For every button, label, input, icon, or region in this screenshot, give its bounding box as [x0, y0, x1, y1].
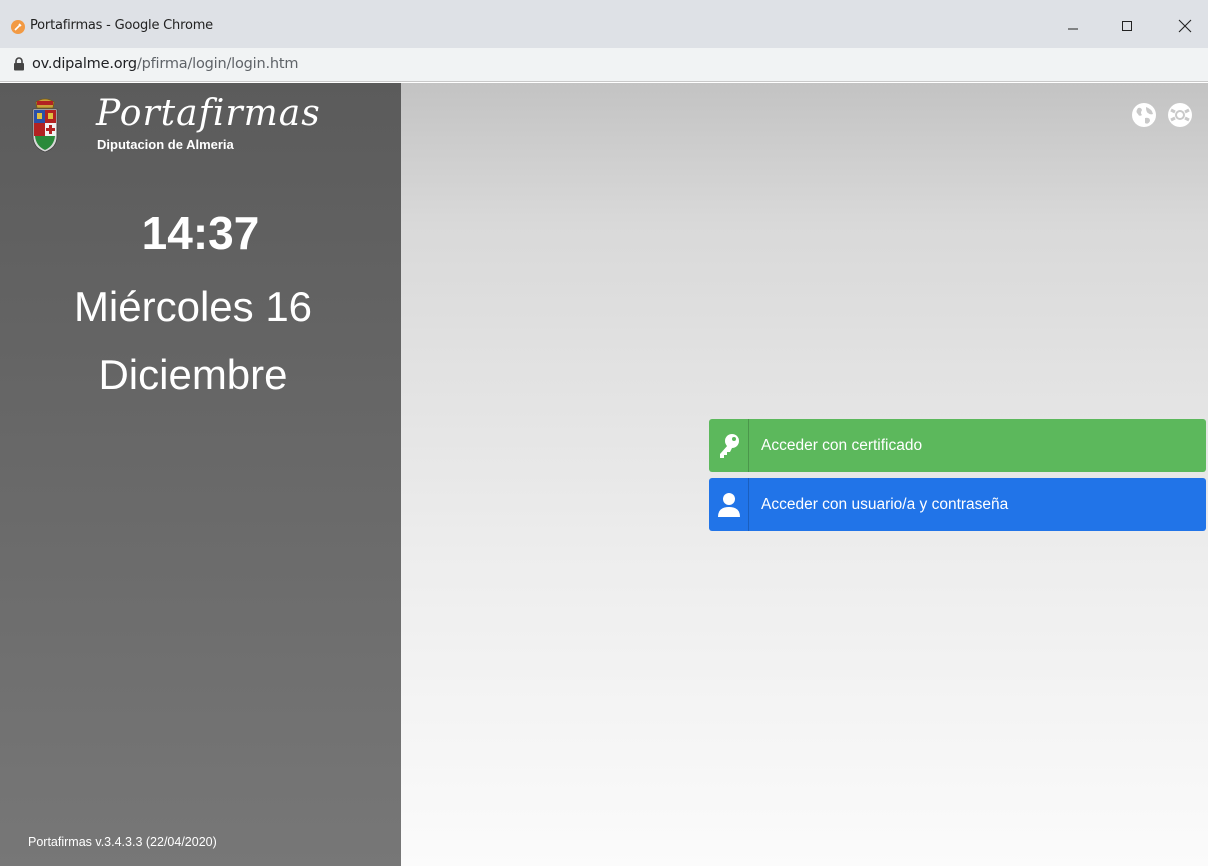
close-icon — [1178, 19, 1192, 33]
window-title: Portafirmas - Google Chrome — [30, 18, 213, 33]
login-user-password-label: Acceder con usuario/a y contraseña — [761, 495, 1009, 513]
maximize-button[interactable] — [1104, 10, 1150, 42]
login-certificate-label: Acceder con certificado — [761, 436, 923, 454]
user-icon — [709, 478, 749, 531]
organization-name: Diputacion de Almeria — [97, 137, 234, 152]
date-day: Miércoles 16 — [73, 283, 313, 330]
browser-title-bar: Portafirmas - Google Chrome — [0, 0, 1208, 48]
lock-icon — [13, 57, 25, 76]
portafirmas-favicon-icon — [11, 20, 25, 34]
url-domain: ov.dipalme.org — [32, 56, 137, 72]
address-bar[interactable]: ov.dipalme.org/pfirma/login/login.htm — [0, 48, 1208, 82]
minimize-icon — [1068, 28, 1078, 30]
app-version: Portafirmas v.3.4.3.3 (22/04/2020) — [28, 835, 217, 849]
maximize-icon — [1122, 21, 1132, 31]
coat-of-arms-logo — [28, 96, 62, 156]
login-user-password-button[interactable]: Acceder con usuario/a y contraseña — [709, 478, 1206, 531]
login-certificate-button[interactable]: Acceder con certificado — [709, 419, 1206, 472]
sidebar: Portafirmas Diputacion de Almeria 14:37 … — [0, 83, 401, 866]
help-lifebuoy-icon[interactable] — [1166, 101, 1194, 129]
minimize-button[interactable] — [1050, 10, 1096, 42]
globe-icon[interactable] — [1130, 101, 1158, 129]
main-content: Acceder con certificado Acceder con usua… — [401, 83, 1208, 866]
date-month: Diciembre — [98, 351, 288, 398]
url-text[interactable]: ov.dipalme.org/pfirma/login/login.htm — [32, 56, 299, 72]
clock-time: 14:37 — [141, 207, 260, 259]
close-button[interactable] — [1162, 10, 1208, 42]
url-path: /pfirma/login/login.htm — [136, 56, 299, 72]
key-icon — [709, 419, 749, 472]
brand-logo-text: Portafirmas — [96, 93, 321, 134]
